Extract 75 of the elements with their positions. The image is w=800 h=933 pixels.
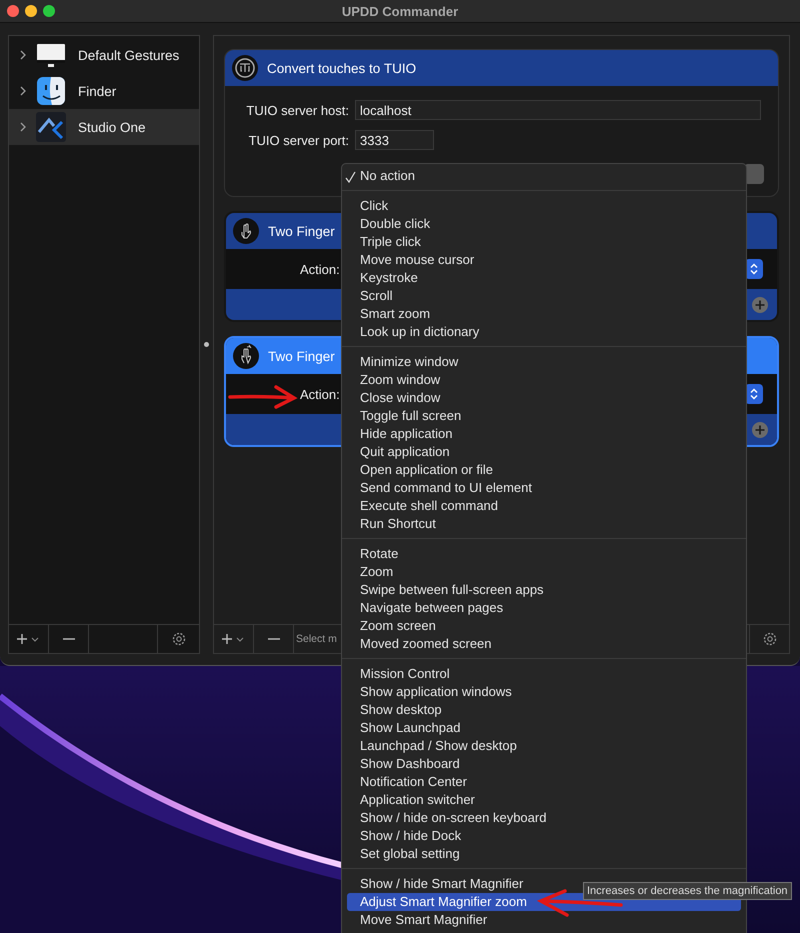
swipe-hand-icon [232,342,260,370]
menu-item[interactable]: No action [342,167,746,185]
status-text: Select m [296,633,337,645]
menu-item[interactable]: Zoom [342,563,746,581]
minimize-button[interactable] [25,5,37,17]
close-button[interactable] [7,5,19,17]
menu-item[interactable]: Zoom window [342,371,746,389]
finder-face-icon [36,76,66,106]
stepper-arrows-icon [750,263,758,275]
plus-caret-icon [222,633,246,645]
sidebar-item[interactable]: Studio One [9,109,199,145]
menu-item[interactable]: Quit application [342,443,746,461]
menu-item[interactable]: Show / hide Dock [342,827,746,845]
card-title: Two Finger [268,348,335,364]
menu-item[interactable]: Smart zoom [342,305,746,323]
menu-item[interactable]: Moved zoomed screen [342,635,746,653]
menu-item[interactable]: Run Shortcut [342,515,746,533]
gear-icon [170,631,186,647]
menu-item[interactable]: Zoom screen [342,617,746,635]
card-title: Two Finger [268,224,335,238]
gear-icon [762,631,778,647]
menu-item[interactable]: Notification Center [342,773,746,791]
menu-item[interactable]: Application switcher [342,791,746,809]
minus-icon [62,638,74,640]
menu-item[interactable]: Set global setting [342,845,746,863]
menu-item[interactable]: Send command to UI element [342,479,746,497]
chevron-right-icon[interactable] [18,50,28,60]
menu-item[interactable]: Navigate between pages [342,599,746,617]
tooltip: Increases or decreases the magnification [583,882,792,900]
studio-app-icon [36,112,66,142]
menu-item[interactable]: Minimize window [342,353,746,371]
menu-item[interactable]: Hide application [342,425,746,443]
text-field[interactable]: 3333 [355,130,434,150]
splitter-handle[interactable] [204,342,209,347]
plus-caret-icon [16,633,40,645]
menu-item[interactable]: Show Dashboard [342,755,746,773]
minus-icon [268,638,280,640]
text-field[interactable]: localhost [355,100,761,120]
menu-item[interactable]: Mission Control [342,665,746,683]
menu-item[interactable]: Show application windows [342,683,746,701]
card-title: Convert touches to TUIO [267,60,416,76]
annotation-arrow [228,384,298,410]
menu-item[interactable]: Close window [342,389,746,407]
menu-item[interactable]: Show desktop [342,701,746,719]
menu-item[interactable]: Toggle full screen [342,407,746,425]
window-title: UPDD Commander [342,4,458,18]
menu-item[interactable]: Execute shell command [342,497,746,515]
menu-item[interactable]: Move mouse cursor [342,251,746,269]
menu-item[interactable]: Swipe between full-screen apps [342,581,746,599]
menu-item[interactable]: Launchpad / Show desktop [342,737,746,755]
menu-item[interactable]: Click [342,197,746,215]
sidebar-item[interactable]: Finder [9,73,199,109]
menu-item[interactable]: Rotate [342,545,746,563]
chevron-right-icon[interactable] [18,86,28,96]
menu-item[interactable]: Move Smart Magnifier [342,911,746,929]
menu-item[interactable]: Double click [342,215,746,233]
menu-item[interactable]: Triple click [342,233,746,251]
field-label: TUIO server port: [248,132,349,148]
chevron-right-icon[interactable] [18,122,28,132]
zoom-button[interactable] [43,5,55,17]
sidebar-item[interactable]: Default Gestures [9,37,199,73]
menu-item[interactable]: Open application or file [342,461,746,479]
two-finger-hand-icon [232,217,260,245]
stepper-arrows-icon [750,388,758,400]
menu-item[interactable]: Show Launchpad [342,719,746,737]
tuio-logo-icon [231,54,259,82]
menu-item[interactable]: Show / hide on-screen keyboard [342,809,746,827]
add-button[interactable] [751,296,769,314]
menu-item[interactable]: Keystroke [342,269,746,287]
add-button[interactable] [751,420,769,438]
action-label: Action: [300,386,340,402]
menu-item[interactable]: Look up in dictionary [342,323,746,341]
field-label: TUIO server host: [245,102,349,118]
action-label: Action: [300,262,340,276]
menu-item[interactable]: Scroll [342,287,746,305]
